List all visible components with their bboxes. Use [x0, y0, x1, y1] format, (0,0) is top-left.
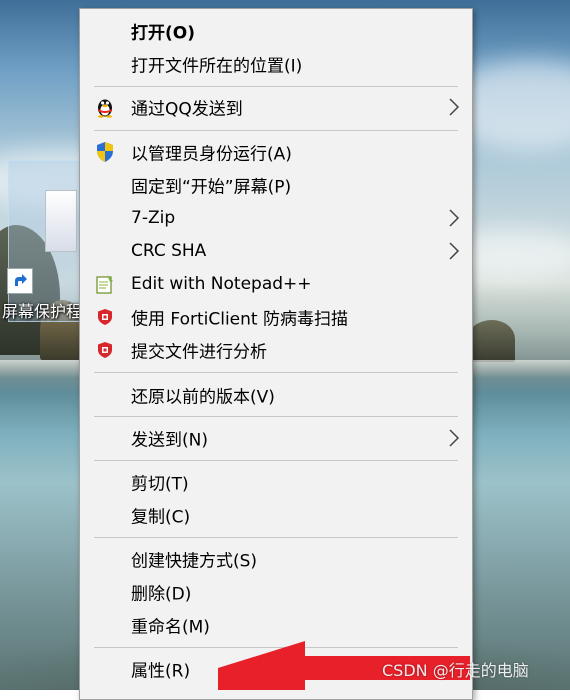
watermark: CSDN @行走的电脑	[382, 661, 529, 680]
annotation-arrow-icon	[218, 641, 470, 690]
